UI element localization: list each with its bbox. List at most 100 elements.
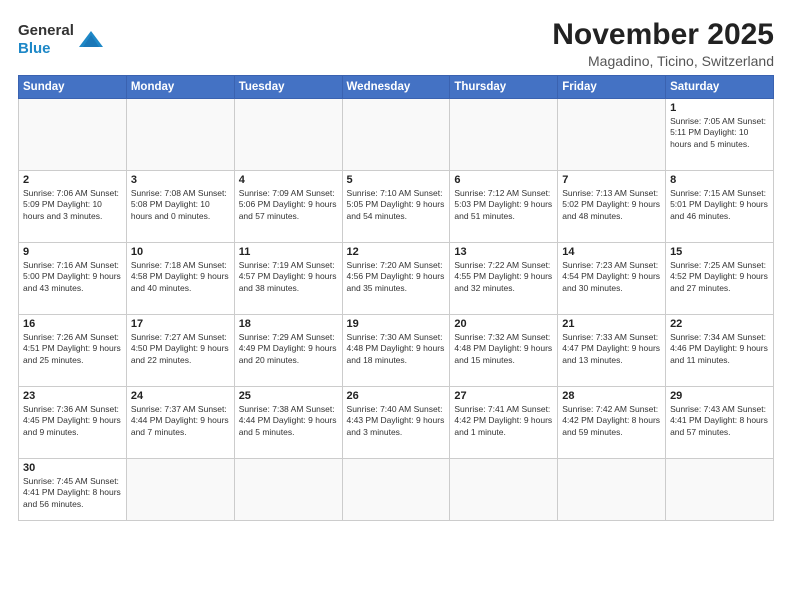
day-number: 21 [562, 318, 661, 330]
calendar-day-cell: 5Sunrise: 7:10 AM Sunset: 5:05 PM Daylig… [342, 171, 450, 243]
day-info: Sunrise: 7:16 AM Sunset: 5:00 PM Dayligh… [23, 260, 122, 294]
day-number: 19 [347, 318, 446, 330]
weekday-header: Wednesday [342, 76, 450, 99]
calendar-day-cell: 13Sunrise: 7:22 AM Sunset: 4:55 PM Dayli… [450, 243, 558, 315]
calendar-day-cell [450, 99, 558, 171]
page-subtitle: Magadino, Ticino, Switzerland [552, 53, 774, 69]
calendar: SundayMondayTuesdayWednesdayThursdayFrid… [18, 75, 774, 521]
day-number: 2 [23, 174, 122, 186]
calendar-day-cell: 1 Sunrise: 7:05 AM Sunset: 5:11 PM Daylig… [666, 99, 774, 171]
weekday-header: Friday [558, 76, 666, 99]
calendar-day-cell [342, 99, 450, 171]
weekday-header: Thursday [450, 76, 558, 99]
calendar-day-cell: 12Sunrise: 7:20 AM Sunset: 4:56 PM Dayli… [342, 243, 450, 315]
calendar-week-row: 2Sunrise: 7:06 AM Sunset: 5:09 PM Daylig… [19, 171, 774, 243]
calendar-day-cell: 19 Sunrise: 7:30 AM Sunset: 4:48 PM Dayli… [342, 315, 450, 387]
weekday-header: Tuesday [234, 76, 342, 99]
calendar-day-cell: 14 Sunrise: 7:23 AM Sunset: 4:54 PM Dayli… [558, 243, 666, 315]
logo: GeneralBlue [18, 22, 105, 58]
day-info: Sunrise: 7:05 AM Sunset: 5:11 PM Dayligh… [670, 116, 769, 150]
day-info: Sunrise: 7:40 AM Sunset: 4:43 PM Dayligh… [347, 404, 446, 438]
weekday-header-row: SundayMondayTuesdayWednesdayThursdayFrid… [19, 76, 774, 99]
calendar-day-cell: 16 Sunrise: 7:26 AM Sunset: 4:51 PM Dayli… [19, 315, 127, 387]
day-number: 10 [131, 246, 230, 258]
calendar-day-cell: 10 Sunrise: 7:18 AM Sunset: 4:58 PM Dayli… [126, 243, 234, 315]
day-number: 1 [670, 102, 769, 114]
day-info: Sunrise: 7:18 AM Sunset: 4:58 PM Dayligh… [131, 260, 230, 294]
calendar-day-cell [666, 459, 774, 521]
day-number: 8 [670, 174, 769, 186]
day-info: Sunrise: 7:32 AM Sunset: 4:48 PM Dayligh… [454, 332, 553, 366]
calendar-day-cell: 23Sunrise: 7:36 AM Sunset: 4:45 PM Dayli… [19, 387, 127, 459]
day-info: Sunrise: 7:26 AM Sunset: 4:51 PM Dayligh… [23, 332, 122, 366]
day-info: Sunrise: 7:42 AM Sunset: 4:42 PM Dayligh… [562, 404, 661, 438]
day-info: Sunrise: 7:19 AM Sunset: 4:57 PM Dayligh… [239, 260, 338, 294]
day-number: 14 [562, 246, 661, 258]
calendar-day-cell: 6Sunrise: 7:12 AM Sunset: 5:03 PM Daylig… [450, 171, 558, 243]
day-info: Sunrise: 7:13 AM Sunset: 5:02 PM Dayligh… [562, 188, 661, 222]
day-info: Sunrise: 7:25 AM Sunset: 4:52 PM Dayligh… [670, 260, 769, 294]
calendar-day-cell: 24Sunrise: 7:37 AM Sunset: 4:44 PM Dayli… [126, 387, 234, 459]
calendar-week-row: 9Sunrise: 7:16 AM Sunset: 5:00 PM Daylig… [19, 243, 774, 315]
calendar-day-cell [234, 99, 342, 171]
calendar-day-cell: 30 Sunrise: 7:45 AM Sunset: 4:41 PM Dayli… [19, 459, 127, 521]
day-number: 6 [454, 174, 553, 186]
calendar-day-cell: 11 Sunrise: 7:19 AM Sunset: 4:57 PM Dayli… [234, 243, 342, 315]
day-info: Sunrise: 7:29 AM Sunset: 4:49 PM Dayligh… [239, 332, 338, 366]
calendar-week-row: 1 Sunrise: 7:05 AM Sunset: 5:11 PM Daylig… [19, 99, 774, 171]
day-info: Sunrise: 7:38 AM Sunset: 4:44 PM Dayligh… [239, 404, 338, 438]
weekday-header: Saturday [666, 76, 774, 99]
calendar-day-cell: 25Sunrise: 7:38 AM Sunset: 4:44 PM Dayli… [234, 387, 342, 459]
page: GeneralBlue November 2025 Magadino, Tici… [0, 0, 792, 612]
day-number: 16 [23, 318, 122, 330]
logo-icon [77, 29, 105, 51]
day-info: Sunrise: 7:27 AM Sunset: 4:50 PM Dayligh… [131, 332, 230, 366]
day-info: Sunrise: 7:23 AM Sunset: 4:54 PM Dayligh… [562, 260, 661, 294]
calendar-day-cell [19, 99, 127, 171]
calendar-week-row: 30 Sunrise: 7:45 AM Sunset: 4:41 PM Dayli… [19, 459, 774, 521]
day-info: Sunrise: 7:34 AM Sunset: 4:46 PM Dayligh… [670, 332, 769, 366]
calendar-day-cell: 7Sunrise: 7:13 AM Sunset: 5:02 PM Daylig… [558, 171, 666, 243]
logo-blue: Blue [18, 40, 51, 57]
day-number: 20 [454, 318, 553, 330]
page-title: November 2025 [552, 18, 774, 51]
logo-general: General [18, 22, 74, 39]
day-info: Sunrise: 7:15 AM Sunset: 5:01 PM Dayligh… [670, 188, 769, 222]
calendar-day-cell: 17 Sunrise: 7:27 AM Sunset: 4:50 PM Dayli… [126, 315, 234, 387]
day-number: 17 [131, 318, 230, 330]
logo-text: GeneralBlue [18, 22, 74, 58]
day-number: 11 [239, 246, 338, 258]
calendar-week-row: 16 Sunrise: 7:26 AM Sunset: 4:51 PM Dayli… [19, 315, 774, 387]
day-number: 30 [23, 462, 122, 474]
day-number: 26 [347, 390, 446, 402]
calendar-day-cell: 2Sunrise: 7:06 AM Sunset: 5:09 PM Daylig… [19, 171, 127, 243]
day-number: 22 [670, 318, 769, 330]
day-info: Sunrise: 7:22 AM Sunset: 4:55 PM Dayligh… [454, 260, 553, 294]
calendar-day-cell: 3Sunrise: 7:08 AM Sunset: 5:08 PM Daylig… [126, 171, 234, 243]
calendar-day-cell [126, 99, 234, 171]
calendar-day-cell [234, 459, 342, 521]
calendar-day-cell: 29Sunrise: 7:43 AM Sunset: 4:41 PM Dayli… [666, 387, 774, 459]
day-number: 15 [670, 246, 769, 258]
calendar-day-cell: 26 Sunrise: 7:40 AM Sunset: 4:43 PM Dayli… [342, 387, 450, 459]
calendar-day-cell: 4Sunrise: 7:09 AM Sunset: 5:06 PM Daylig… [234, 171, 342, 243]
day-info: Sunrise: 7:41 AM Sunset: 4:42 PM Dayligh… [454, 404, 553, 438]
calendar-day-cell: 22 Sunrise: 7:34 AM Sunset: 4:46 PM Dayli… [666, 315, 774, 387]
day-number: 4 [239, 174, 338, 186]
calendar-day-cell [450, 459, 558, 521]
calendar-day-cell: 9Sunrise: 7:16 AM Sunset: 5:00 PM Daylig… [19, 243, 127, 315]
calendar-day-cell: 15 Sunrise: 7:25 AM Sunset: 4:52 PM Dayli… [666, 243, 774, 315]
day-info: Sunrise: 7:30 AM Sunset: 4:48 PM Dayligh… [347, 332, 446, 366]
calendar-day-cell: 18Sunrise: 7:29 AM Sunset: 4:49 PM Dayli… [234, 315, 342, 387]
calendar-day-cell [126, 459, 234, 521]
day-number: 5 [347, 174, 446, 186]
calendar-day-cell: 21Sunrise: 7:33 AM Sunset: 4:47 PM Dayli… [558, 315, 666, 387]
calendar-day-cell [558, 99, 666, 171]
header: GeneralBlue November 2025 Magadino, Tici… [18, 18, 774, 69]
day-number: 12 [347, 246, 446, 258]
day-info: Sunrise: 7:45 AM Sunset: 4:41 PM Dayligh… [23, 476, 122, 510]
calendar-day-cell [558, 459, 666, 521]
weekday-header: Monday [126, 76, 234, 99]
day-number: 3 [131, 174, 230, 186]
day-number: 29 [670, 390, 769, 402]
